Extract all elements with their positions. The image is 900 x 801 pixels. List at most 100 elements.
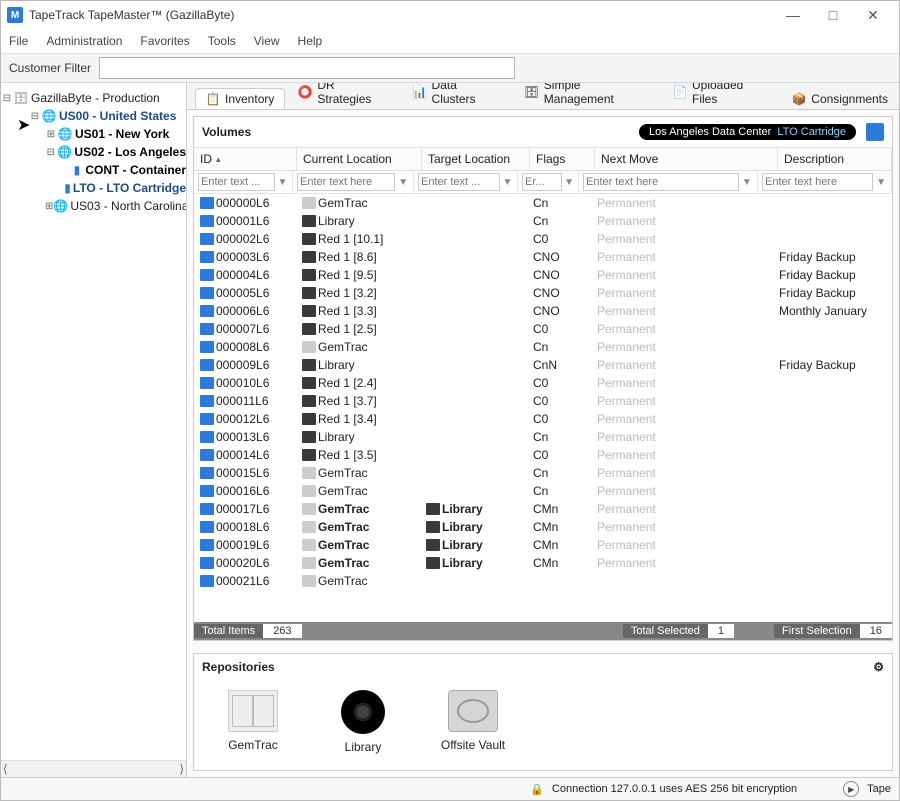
volume-icon <box>200 521 214 533</box>
table-row[interactable]: 000014L6Red 1 [3.5]C0Permanent <box>194 446 892 464</box>
tree-item[interactable]: US01 - New York <box>75 127 169 141</box>
tree-item[interactable]: US03 - North Carolina <box>70 199 187 213</box>
tab-consignments[interactable]: 📦Consignments <box>781 88 899 109</box>
tree-item[interactable]: US00 - United States <box>59 109 176 123</box>
table-row[interactable]: 000020L6GemTracLibraryCMnPermanent <box>194 554 892 572</box>
tree-root[interactable]: GazillaByte - Production <box>31 91 160 105</box>
sidebar-scrollbar[interactable]: ⟨⟩ <box>1 760 186 777</box>
first-selection-value: 16 <box>860 624 892 638</box>
total-selected-label: Total Selected <box>623 624 708 638</box>
funnel-icon[interactable]: ▼ <box>397 177 409 188</box>
titlebar: M TapeTrack TapeMaster™ (GazillaByte) — … <box>1 1 899 29</box>
filter-id[interactable] <box>198 173 275 191</box>
table-row[interactable]: 000009L6LibraryCnNPermanentFriday Backup <box>194 356 892 374</box>
tab-uploaded-files[interactable]: 📄Uploaded Files <box>662 83 779 109</box>
filter-current-location[interactable] <box>297 173 395 191</box>
table-row[interactable]: 000007L6Red 1 [2.5]C0Permanent <box>194 320 892 338</box>
location-icon <box>302 341 316 353</box>
location-icon <box>302 251 316 263</box>
table-row[interactable]: 000002L6Red 1 [10.1]C0Permanent <box>194 230 892 248</box>
table-row[interactable]: 000008L6GemTracCnPermanent <box>194 338 892 356</box>
repository-item[interactable]: Library <box>328 690 398 754</box>
tree-item[interactable]: LTO - LTO Cartridge <box>73 181 186 195</box>
table-row[interactable]: 000005L6Red 1 [3.2]CNOPermanentFriday Ba… <box>194 284 892 302</box>
expander-icon[interactable]: ⊟ <box>1 93 13 104</box>
table-row[interactable]: 000018L6GemTracLibraryCMnPermanent <box>194 518 892 536</box>
maximize-button[interactable]: □ <box>813 1 853 29</box>
panel-icon[interactable] <box>866 123 884 141</box>
total-items-value: 263 <box>263 624 301 638</box>
filter-target-location[interactable] <box>418 173 500 191</box>
funnel-icon[interactable]: ▼ <box>741 177 753 188</box>
menu-view[interactable]: View <box>252 32 282 50</box>
col-next-move[interactable]: Next Move <box>595 148 778 170</box>
expander-icon[interactable]: ⊞ <box>45 129 57 140</box>
table-row[interactable]: 000006L6Red 1 [3.3]CNOPermanentMonthly J… <box>194 302 892 320</box>
menu-file[interactable]: File <box>7 32 30 50</box>
tree-item[interactable]: US02 - Los Angeles <box>74 145 186 159</box>
sidebar: ⊟🗄GazillaByte - Production⊟🌐US00 - Unite… <box>1 83 187 777</box>
funnel-icon[interactable]: ▼ <box>564 177 574 188</box>
col-flags[interactable]: Flags <box>530 148 595 170</box>
gear-icon[interactable]: ⚙ <box>873 660 884 674</box>
funnel-icon[interactable]: ▼ <box>277 177 288 188</box>
funnel-icon[interactable]: ▼ <box>502 177 513 188</box>
table-row[interactable]: 000010L6Red 1 [2.4]C0Permanent <box>194 374 892 392</box>
expander-icon[interactable]: ⊟ <box>29 111 41 122</box>
expander-icon[interactable]: ⊞ <box>45 201 53 212</box>
table-row[interactable]: 000012L6Red 1 [3.4]C0Permanent <box>194 410 892 428</box>
menu-tools[interactable]: Tools <box>206 32 238 50</box>
filter-next-move[interactable] <box>583 173 739 191</box>
repository-icon <box>228 690 278 732</box>
volume-icon <box>200 557 214 569</box>
menu-help[interactable]: Help <box>296 32 325 50</box>
status-strip: Total Items 263 Total Selected 1 First S… <box>194 622 892 640</box>
table-row[interactable]: 000003L6Red 1 [8.6]CNOPermanentFriday Ba… <box>194 248 892 266</box>
col-target-location[interactable]: Target Location <box>422 148 530 170</box>
table-row[interactable]: 000015L6GemTracCnPermanent <box>194 464 892 482</box>
table-row[interactable]: 000004L6Red 1 [9.5]CNOPermanentFriday Ba… <box>194 266 892 284</box>
location-icon <box>426 539 440 551</box>
table-row[interactable]: 000011L6Red 1 [3.7]C0Permanent <box>194 392 892 410</box>
tab-simple-management[interactable]: 🗄Simple Management <box>514 83 660 109</box>
repository-item[interactable]: GemTrac <box>218 690 288 754</box>
grid-rows[interactable]: 000000L6GemTracCnPermanent000001L6Librar… <box>194 194 892 622</box>
tab-dr-strategies[interactable]: ⭕DR Strategies <box>287 83 399 109</box>
table-row[interactable]: 000000L6GemTracCnPermanent <box>194 194 892 212</box>
volume-icon <box>200 269 214 281</box>
tab-inventory[interactable]: 📋Inventory <box>195 88 285 109</box>
tab-data-clusters[interactable]: 📊Data Clusters <box>402 83 512 109</box>
statusbar: 🔒 Connection 127.0.0.1 uses AES 256 bit … <box>1 777 899 800</box>
tree-item[interactable]: CONT - Container <box>85 163 186 177</box>
table-row[interactable]: 000013L6LibraryCnPermanent <box>194 428 892 446</box>
col-description[interactable]: Description <box>778 148 892 170</box>
table-row[interactable]: 000019L6GemTracLibraryCMnPermanent <box>194 536 892 554</box>
filter-flags[interactable] <box>522 173 562 191</box>
table-row[interactable]: 000001L6LibraryCnPermanent <box>194 212 892 230</box>
location-icon <box>302 521 316 533</box>
expander-icon[interactable]: ⊟ <box>45 147 57 158</box>
tab-icon: ⭕ <box>298 85 312 99</box>
table-row[interactable]: 000016L6GemTracCnPermanent <box>194 482 892 500</box>
play-icon[interactable]: ▶ <box>843 781 859 797</box>
tab-icon: 🗄 <box>525 85 539 99</box>
menu-favorites[interactable]: Favorites <box>138 32 191 50</box>
table-row[interactable]: 000017L6GemTracLibraryCMnPermanent <box>194 500 892 518</box>
menu-administration[interactable]: Administration <box>44 32 124 50</box>
window-title: TapeTrack TapeMaster™ (GazillaByte) <box>29 8 773 22</box>
location-icon <box>302 539 316 551</box>
minimize-button[interactable]: — <box>773 1 813 29</box>
repository-item[interactable]: Offsite Vault <box>438 690 508 754</box>
customer-filter-input[interactable] <box>99 57 515 79</box>
panel-title: Volumes <box>202 125 251 139</box>
volume-icon <box>200 503 214 515</box>
volume-icon <box>200 233 214 245</box>
filter-description[interactable] <box>762 173 873 191</box>
table-row[interactable]: 000021L6GemTrac <box>194 572 892 590</box>
tabs: 📋Inventory⭕DR Strategies📊Data Clusters🗄S… <box>187 83 899 110</box>
col-current-location[interactable]: Current Location <box>297 148 422 170</box>
col-id[interactable]: ID <box>194 148 297 170</box>
app-icon: M <box>7 7 23 23</box>
close-button[interactable]: ✕ <box>853 1 893 29</box>
funnel-icon[interactable]: ▼ <box>875 177 887 188</box>
